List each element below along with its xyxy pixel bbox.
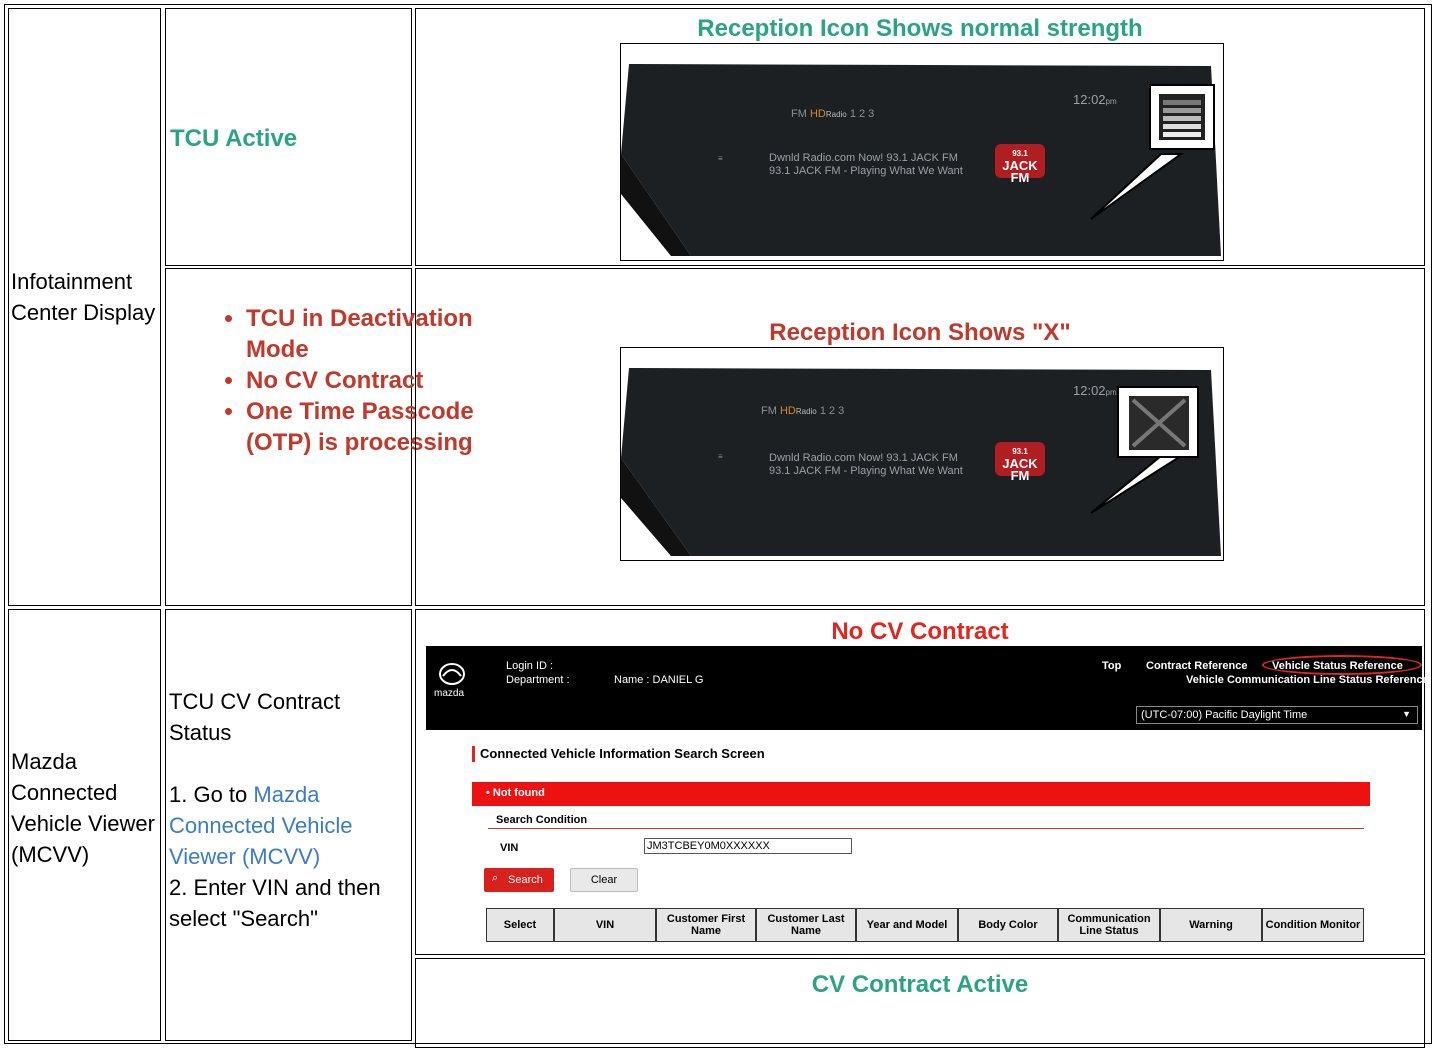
error-bar: • Not found bbox=[472, 782, 1370, 806]
mcvv-label: Mazda Connected Vehicle Viewer (MCVV) bbox=[11, 749, 155, 867]
error-message: • Not found bbox=[486, 787, 545, 799]
col-year-model: Year and Model bbox=[856, 908, 958, 942]
display-screenshot-x: 12:02pm FM HDRadio 1 2 3 ≡ Dwnld Radio.c… bbox=[620, 347, 1224, 561]
search-condition-label: Search Condition bbox=[496, 814, 588, 826]
no-signal-x-icon bbox=[1129, 396, 1189, 450]
image-cell-x: Reception Icon Shows "X" 12:02pm FM HDRa… bbox=[415, 268, 1425, 606]
timezone-select[interactable]: (UTC-07:00) Pacific Daylight Time ▼ bbox=[1136, 706, 1418, 724]
col-first-name: Customer First Name bbox=[656, 908, 756, 942]
row-label-infotainment: Infotainment Center Display bbox=[8, 8, 161, 606]
status-cell-active: TCU Active bbox=[165, 8, 412, 266]
heading-normal-strength: Reception Icon Shows normal strength bbox=[697, 15, 1143, 42]
search-icon: ⌕ bbox=[492, 872, 499, 884]
col-vin: VIN bbox=[554, 908, 656, 942]
nav-contract-reference[interactable]: Contract Reference bbox=[1146, 660, 1247, 672]
heading-x: Reception Icon Shows "X" bbox=[769, 319, 1071, 346]
highlight-circle bbox=[1262, 655, 1422, 675]
callout-pointer bbox=[1090, 153, 1185, 220]
col-select: Select bbox=[486, 908, 554, 942]
heading-no-contract: No CV Contract bbox=[831, 618, 1009, 645]
search-button[interactable]: ⌕ Search bbox=[484, 868, 554, 892]
col-warning: Warning bbox=[1160, 908, 1262, 942]
timezone-value: (UTC-07:00) Pacific Daylight Time bbox=[1141, 709, 1308, 721]
page-title: Connected Vehicle Information Search Scr… bbox=[480, 746, 765, 761]
vin-input[interactable]: JM3TCBEY0M0XXXXXX bbox=[644, 838, 852, 854]
col-line-status: Communication Line Status bbox=[1058, 908, 1160, 942]
col-last-name: Customer Last Name bbox=[756, 908, 856, 942]
nav-top[interactable]: Top bbox=[1102, 660, 1121, 672]
mazda-brand: mazda bbox=[434, 688, 465, 699]
department: Department : bbox=[506, 674, 570, 686]
col-body-color: Body Color bbox=[958, 908, 1058, 942]
callout-box-x bbox=[1117, 386, 1199, 458]
image-cell-no-contract: No CV Contract mazda Login ID : Departme… bbox=[415, 609, 1429, 955]
clear-button-label: Clear bbox=[590, 874, 618, 886]
instructions-cell: TCU CV Contract Status 1. Go to Mazda Co… bbox=[165, 609, 412, 1041]
chevron-down-icon: ▼ bbox=[1402, 709, 1411, 719]
status-cell-inactive: TCU in Deactivation Mode No CV Contract … bbox=[165, 268, 474, 606]
title-accent bbox=[472, 746, 475, 762]
mcvv-screenshot: mazda Login ID : Department : Name : DAN… bbox=[426, 646, 1429, 948]
nav-line-status-reference[interactable]: Vehicle Communication Line Status Refere… bbox=[1186, 674, 1429, 686]
user-name: Name : DANIEL G bbox=[614, 674, 704, 686]
instructions-title: TCU CV Contract Status bbox=[169, 689, 341, 745]
heading-contract-active: CV Contract Active bbox=[811, 971, 1029, 998]
image-cell-contract-active: CV Contract Active bbox=[415, 958, 1425, 1048]
col-condition-monitor: Condition Monitor bbox=[1262, 908, 1364, 942]
clear-button[interactable]: Clear bbox=[570, 868, 638, 892]
mcvv-header: mazda Login ID : Department : Name : DAN… bbox=[426, 646, 1429, 730]
login-id: Login ID : bbox=[506, 660, 554, 672]
step1-prefix: 1. Go to bbox=[169, 782, 248, 807]
search-button-label: Search bbox=[508, 874, 543, 886]
image-cell-normal: Reception Icon Shows normal strength 12:… bbox=[415, 8, 1425, 266]
tcu-active-text: TCU Active bbox=[170, 125, 298, 152]
callout-box-normal bbox=[1149, 84, 1215, 150]
divider bbox=[488, 828, 1364, 829]
step2-text: 2. Enter VIN and then select "Search" bbox=[169, 875, 381, 931]
signal-strength-icon bbox=[1159, 94, 1205, 140]
infotainment-label: Infotainment Center Display bbox=[11, 269, 156, 325]
row-label-mcvv: Mazda Connected Vehicle Viewer (MCVV) bbox=[8, 609, 161, 1041]
vin-label: VIN bbox=[500, 842, 519, 854]
display-screenshot-normal: 12:02pm FM HDRadio 1 2 3 ≡ Dwnld Radio.c… bbox=[620, 43, 1224, 261]
